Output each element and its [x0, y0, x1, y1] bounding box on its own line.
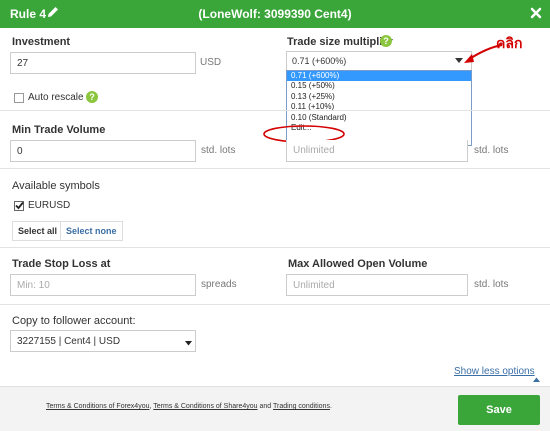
select-all-button[interactable]: Select all [12, 221, 64, 241]
close-icon[interactable] [530, 6, 542, 24]
multiplier-label: Trade size multiplier [287, 36, 393, 48]
max-open-input[interactable]: Unlimited [286, 274, 468, 296]
footer-terms: Terms & Conditions of Forex4you, Terms &… [46, 403, 332, 410]
trading-conditions-link[interactable]: Trading conditions [273, 403, 330, 410]
caret-up-icon [533, 369, 540, 387]
divider [0, 168, 550, 169]
select-none-button[interactable]: Select none [60, 221, 123, 241]
auto-rescale-checkbox[interactable] [14, 93, 24, 103]
footer-and: and [257, 403, 273, 410]
checkmark-icon [15, 201, 24, 210]
modal-title: (LoneWolf: 3099390 Cent4) [198, 7, 352, 21]
divider [0, 110, 550, 111]
max-volume-unit: std. lots [474, 145, 509, 156]
show-less-link[interactable]: Show less options [454, 366, 535, 377]
copy-to-value: 3227155 | Cent4 | USD [17, 336, 121, 347]
save-button[interactable]: Save [458, 395, 540, 425]
stop-loss-input[interactable]: Min: 10 [10, 274, 196, 296]
help-icon[interactable]: ? [380, 35, 392, 47]
dropdown-option[interactable]: 0.10 (Standard) [287, 113, 471, 123]
divider [0, 247, 550, 248]
stop-loss-label: Trade Stop Loss at [12, 258, 111, 270]
divider [0, 304, 550, 305]
min-volume-label: Min Trade Volume [12, 124, 106, 136]
investment-unit: USD [200, 57, 222, 68]
symbol-checkbox[interactable] [14, 201, 24, 211]
investment-input[interactable]: 27 [10, 52, 196, 74]
footer-end: . [329, 403, 332, 410]
investment-label: Investment [12, 36, 71, 48]
copy-to-select[interactable]: 3227155 | Cent4 | USD [10, 330, 196, 352]
auto-rescale-label: Auto rescale [28, 92, 84, 103]
show-less-label: Show less options [454, 366, 535, 377]
dropdown-option[interactable]: 0.71 (+600%) [287, 71, 471, 82]
multiplier-select[interactable]: 0.71 (+600%) [286, 51, 472, 71]
max-volume-input[interactable]: Unlimited [286, 140, 468, 162]
dropdown-option[interactable]: 0.13 (+25%) [287, 92, 471, 102]
available-symbols-label: Available symbols [12, 180, 100, 192]
min-volume-unit: std. lots [201, 145, 236, 156]
help-icon[interactable]: ? [86, 91, 98, 103]
max-open-label: Max Allowed Open Volume [288, 258, 428, 270]
annotation-arrow-icon [464, 44, 503, 63]
stop-loss-unit: spreads [201, 279, 237, 290]
multiplier-selected-value: 0.71 (+600%) [292, 56, 347, 66]
dropdown-option[interactable]: 0.11 (+10%) [287, 102, 471, 112]
dropdown-option[interactable]: 0.15 (+50%) [287, 81, 471, 91]
max-open-unit: std. lots [474, 279, 509, 290]
symbol-label: EURUSD [28, 200, 71, 211]
min-volume-input[interactable]: 0 [10, 140, 196, 162]
caret-down-icon [185, 338, 192, 349]
copy-to-label: Copy to follower account: [12, 315, 136, 327]
terms-share4you-link[interactable]: Terms & Conditions of Share4you [153, 403, 257, 410]
modal-header: Rule 4 (LoneWolf: 3099390 Cent4) [0, 0, 550, 28]
terms-forex4you-link[interactable]: Terms & Conditions of Forex4you [46, 403, 150, 410]
